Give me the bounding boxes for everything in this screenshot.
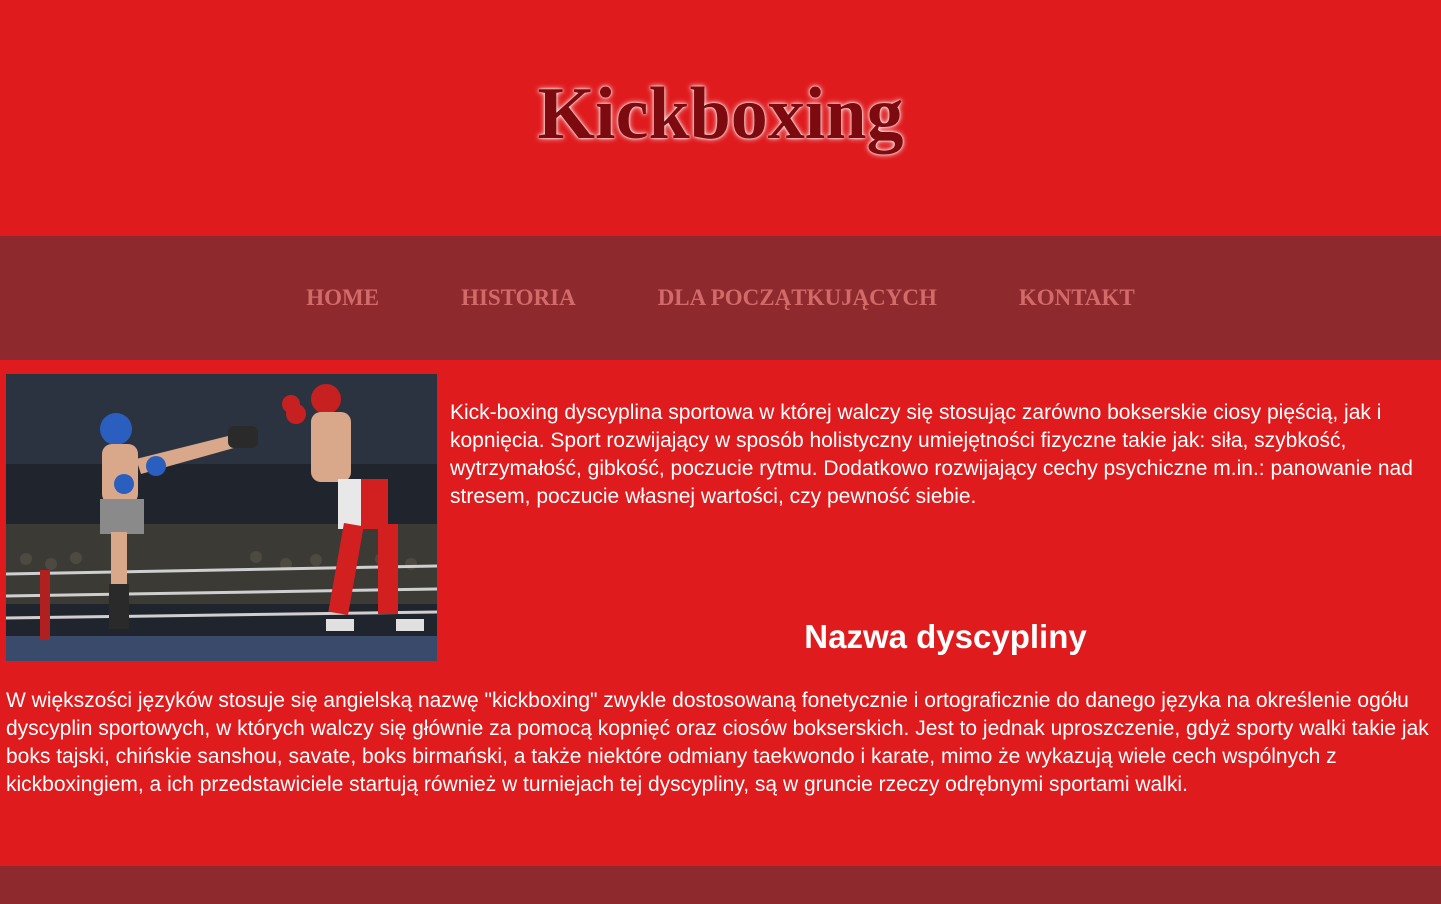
nav-item-dla-poczatkujacych[interactable]: DLA POCZĄTKUJĄCYCH: [658, 285, 937, 311]
main-content: Kick-boxing dyscyplina sportowa w której…: [0, 360, 1441, 866]
nav-item-home[interactable]: HOME: [306, 285, 379, 311]
main-nav: HOME HISTORIA DLA POCZĄTKUJĄCYCH KONTAKT: [0, 236, 1441, 360]
site-title: Kickboxing: [537, 73, 904, 155]
body-paragraph: W większości języków stosuje się angiels…: [6, 689, 1429, 796]
intro-paragraph: Kick-boxing dyscyplina sportowa w której…: [450, 401, 1413, 508]
site-footer: [0, 866, 1441, 904]
kickboxing-photo-illustration: [6, 374, 437, 661]
nav-item-kontakt[interactable]: KONTAKT: [1019, 285, 1135, 311]
nav-item-historia[interactable]: HISTORIA: [461, 285, 576, 311]
kickboxing-photo: [6, 374, 437, 661]
section-heading: Nazwa dyscypliny: [804, 618, 1087, 655]
site-header: Kickboxing: [0, 0, 1441, 236]
